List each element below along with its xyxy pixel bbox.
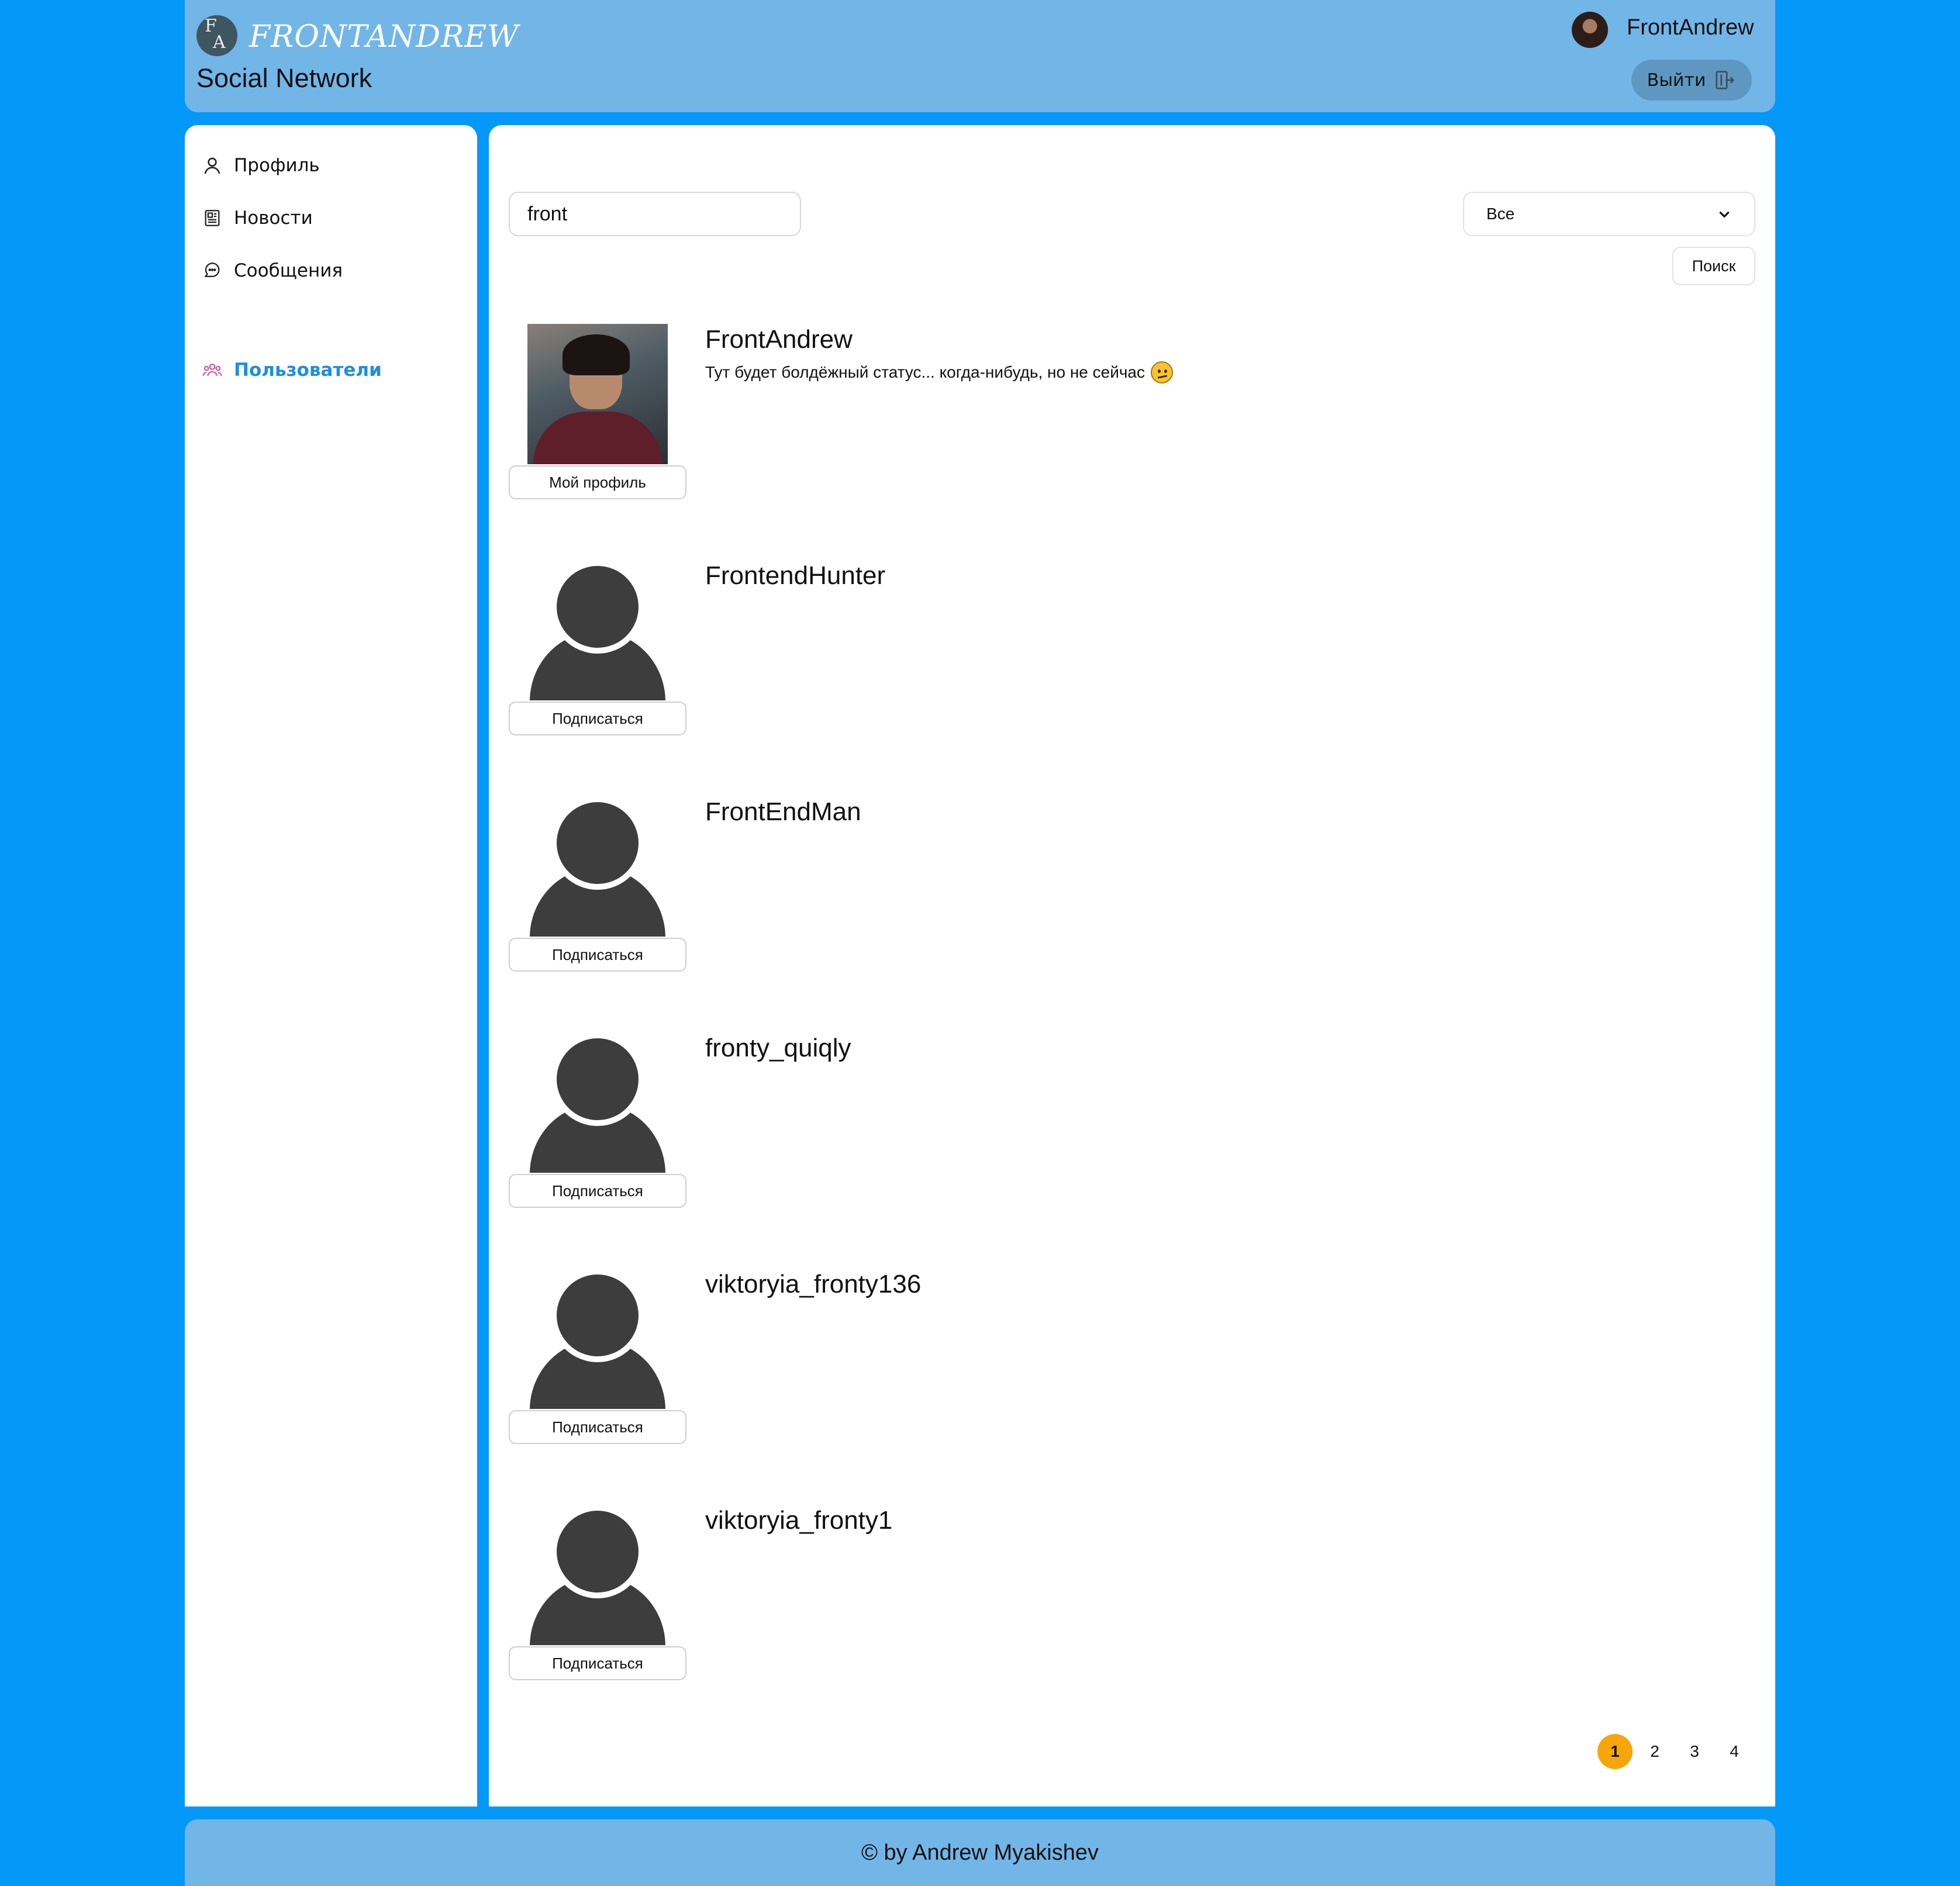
user-avatar-placeholder-icon[interactable] <box>527 560 668 700</box>
user-avatar-placeholder-icon[interactable] <box>527 1269 668 1409</box>
sidebar-item-label: Сообщения <box>234 260 343 281</box>
site-subtitle: Social Network <box>196 63 372 93</box>
logo-text[interactable]: FRONTANDREW <box>249 16 519 57</box>
follow-button[interactable]: Подписаться <box>509 1174 686 1208</box>
user-avatar-placeholder-icon[interactable] <box>527 1505 668 1645</box>
list-item: Мой профиль FrontAndrew Тут будет болдёж… <box>509 324 1754 517</box>
list-item: Подписаться fronty_quiqly <box>509 1032 1754 1225</box>
news-icon <box>205 210 220 226</box>
user-icon <box>204 157 220 174</box>
list-item: Подписаться viktoryia_fronty136 <box>509 1269 1754 1462</box>
user-nickname[interactable]: viktoryia_fronty136 <box>705 1270 921 1299</box>
logout-label: Выйти <box>1647 70 1706 91</box>
users-icon <box>202 363 222 376</box>
sidebar-item-profile[interactable]: Профиль <box>202 151 320 180</box>
avatar[interactable] <box>1572 12 1608 48</box>
sidebar-item-users[interactable]: Пользователи <box>202 355 382 385</box>
page-3[interactable]: 3 <box>1677 1734 1712 1769</box>
user-nickname[interactable]: FrontAndrew <box>705 325 853 354</box>
chat-icon <box>204 262 220 278</box>
follow-button[interactable]: Подписаться <box>509 938 686 972</box>
sidebar-item-messages[interactable]: Сообщения <box>202 256 343 285</box>
logout-button[interactable]: Выйти <box>1631 60 1752 101</box>
logo-mark[interactable]: F A <box>196 15 237 56</box>
list-item: Подписаться FrontEndMan <box>509 796 1754 989</box>
avatar-photo-hoodie <box>533 412 662 464</box>
user-nickname[interactable]: viktoryia_fronty1 <box>705 1506 892 1535</box>
search-button[interactable]: Поиск <box>1672 247 1755 285</box>
user-avatar-placeholder-icon[interactable] <box>527 1032 668 1173</box>
user-status: Тут будет болдёжный статус... когда-нибу… <box>705 361 1174 384</box>
footer: © by Andrew Myakishev <box>185 1819 1775 1886</box>
placeholder-head <box>557 802 639 884</box>
logo-letter-a: A <box>213 32 226 53</box>
follow-button[interactable]: Подписаться <box>509 1410 686 1444</box>
footer-copyright: © by Andrew Myakishev <box>861 1840 1099 1865</box>
placeholder-head <box>557 1511 639 1593</box>
sidebar-item-label: Профиль <box>234 155 320 176</box>
placeholder-head <box>557 1038 639 1120</box>
follow-button[interactable]: Подписаться <box>509 702 686 735</box>
chevron-down-icon <box>1719 211 1730 218</box>
users-panel: Все Поиск Мой профиль FrontAndrew Тут бу… <box>489 125 1775 1806</box>
sidebar: Профиль Новости Сообщения Пользователи <box>185 125 477 1806</box>
search-input[interactable] <box>509 192 801 236</box>
sidebar-item-news[interactable]: Новости <box>202 203 313 233</box>
header: F A FRONTANDREW Social Network FrontAndr… <box>185 0 1775 112</box>
logout-icon <box>1716 71 1735 89</box>
my-profile-button[interactable]: Мой профиль <box>509 465 686 499</box>
follow-button[interactable]: Подписаться <box>509 1646 686 1680</box>
placeholder-head <box>557 1274 639 1356</box>
user-nickname[interactable]: fronty_quiqly <box>705 1034 851 1063</box>
user-avatar[interactable] <box>527 324 668 464</box>
user-status-text: Тут будет болдёжный статус... когда-нибу… <box>705 363 1145 381</box>
list-item: Подписаться viktoryia_fronty1 <box>509 1505 1754 1698</box>
page-1[interactable]: 1 <box>1597 1734 1633 1769</box>
sidebar-item-label: Пользователи <box>234 360 382 381</box>
avatar-photo-hair <box>563 334 630 375</box>
user-avatar-placeholder-icon[interactable] <box>527 796 668 937</box>
filter-select-value: Все <box>1486 205 1515 223</box>
sidebar-item-label: Новости <box>234 208 313 229</box>
filter-select[interactable]: Все <box>1463 192 1755 236</box>
page-4[interactable]: 4 <box>1717 1734 1752 1769</box>
list-item: Подписаться FrontendHunter <box>509 560 1754 753</box>
user-nickname[interactable]: FrontEndMan <box>705 797 861 827</box>
confused-emoji-icon <box>1151 361 1174 384</box>
user-nickname[interactable]: FrontendHunter <box>705 561 885 590</box>
placeholder-head <box>557 566 639 648</box>
page-2[interactable]: 2 <box>1637 1734 1672 1769</box>
header-user-name[interactable]: FrontAndrew <box>1627 15 1754 40</box>
